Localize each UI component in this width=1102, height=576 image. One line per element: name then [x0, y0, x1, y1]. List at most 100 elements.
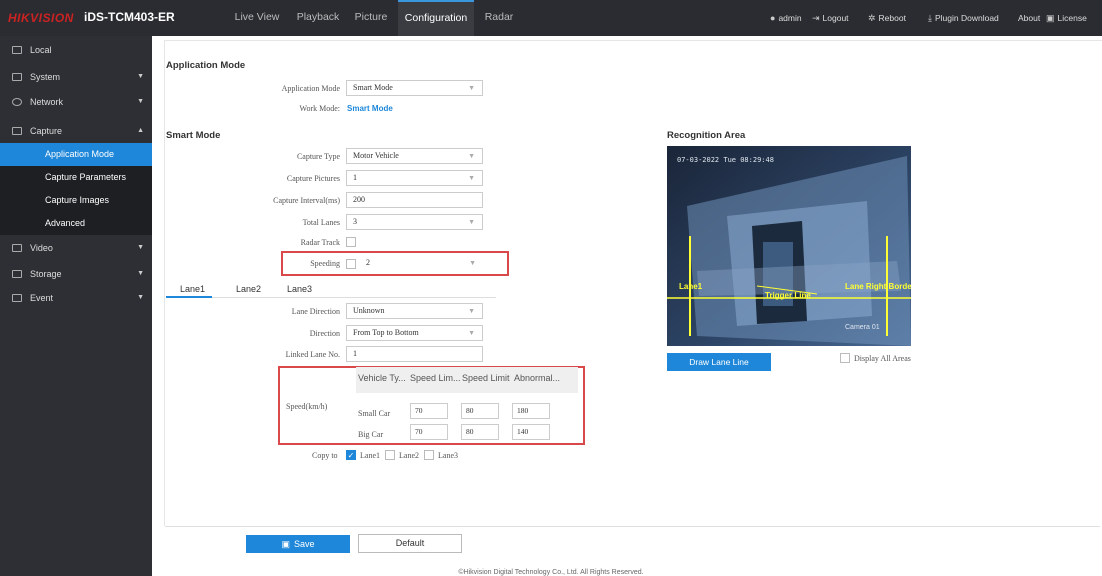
tab-playback[interactable]: Playback [292, 0, 344, 36]
capture-pictures-select[interactable]: 1 ▼ [346, 170, 483, 186]
chevron-down-icon: ▼ [468, 329, 475, 337]
speeding-checkbox[interactable] [346, 259, 356, 269]
sidebar-item-event[interactable]: Event ▼ [0, 286, 152, 310]
storage-icon [12, 270, 22, 278]
header-speed-limit-1: Speed Lim... [410, 373, 461, 383]
tab-lane3[interactable]: Lane3 [287, 284, 312, 294]
lane-direction-select[interactable]: Unknown ▼ [346, 303, 483, 319]
radar-track-checkbox[interactable] [346, 237, 356, 247]
tab-picture[interactable]: Picture [350, 0, 392, 36]
recognition-video-preview[interactable]: 07-03-2022 Tue 08:29:48 Lane1 Lane Right… [667, 146, 911, 346]
sidebar-item-capture-images[interactable]: Capture Images [0, 189, 152, 212]
sidebar-item-capture[interactable]: Capture ▲ [0, 119, 152, 143]
event-icon [12, 294, 22, 302]
small-car-abnormal[interactable]: 180 [512, 403, 550, 419]
linked-lane-input[interactable]: 1 [346, 346, 483, 362]
sidebar-item-video[interactable]: Video ▼ [0, 236, 152, 260]
license-button[interactable]: ▣ License [1046, 0, 1087, 36]
camera-scene [667, 146, 911, 346]
big-car-speed-limit-2[interactable]: 80 [461, 424, 499, 440]
sidebar-item-application-mode[interactable]: Application Mode [0, 143, 152, 166]
lane-direction-label: Lane Direction [291, 307, 340, 316]
user-name: admin [778, 13, 802, 23]
draw-lane-line-button[interactable]: Draw Lane Line [667, 353, 771, 371]
plugin-download-button[interactable]: ⤓ Plugin Download [928, 0, 999, 36]
application-mode-label: Application Mode [281, 84, 340, 93]
logout-icon: ⇥ [812, 13, 820, 23]
row-big-car: Big Car [358, 430, 384, 439]
download-icon: ⤓ [928, 13, 932, 23]
sidebar-item-advanced[interactable]: Advanced [0, 212, 152, 235]
reboot-button[interactable]: ✲ Reboot [868, 0, 906, 36]
sidebar-item-local[interactable]: Local [0, 38, 152, 62]
copy-lane3-label: Lane3 [438, 451, 458, 460]
about-button[interactable]: About [1018, 0, 1040, 36]
sidebar-label-video: Video [30, 243, 53, 253]
chevron-down-icon: ▼ [137, 294, 144, 301]
header-speed-limit-2: Speed Limit [462, 373, 510, 383]
sidebar-item-storage[interactable]: Storage ▼ [0, 262, 152, 286]
chevron-down-icon: ▼ [468, 307, 475, 315]
chevron-down-icon: ▼ [137, 73, 144, 80]
work-mode-value: Smart Mode [347, 104, 393, 113]
total-lanes-label: Total Lanes [302, 218, 340, 227]
lane-direction-value: Unknown [353, 306, 385, 315]
save-button[interactable]: ▣ Save [246, 535, 350, 553]
lane-tab-indicator [166, 296, 212, 298]
capture-interval-input[interactable]: 200 [346, 192, 483, 208]
sidebar-item-capture-parameters[interactable]: Capture Parameters [0, 166, 152, 189]
small-car-speed-limit-1[interactable]: 70 [410, 403, 448, 419]
sidebar-label-network: Network [30, 97, 64, 107]
default-button[interactable]: Default [358, 534, 462, 553]
sidebar-label-capture: Capture [30, 126, 63, 136]
speeding-label: Speeding [310, 259, 340, 268]
linked-lane-label: Linked Lane No. [285, 350, 340, 359]
copy-to-label: Copy to [312, 451, 338, 460]
osd-timestamp: 07-03-2022 Tue 08:29:48 [677, 156, 774, 164]
lane-tab-divider [166, 297, 496, 298]
device-model: iDS-TCM403-ER [84, 10, 175, 24]
big-car-speed-limit-1[interactable]: 70 [410, 424, 448, 440]
chevron-up-icon: ▲ [137, 127, 144, 134]
user-menu[interactable]: ● admin [770, 0, 802, 36]
direction-label: Direction [309, 329, 340, 338]
top-bar: HIKVISION iDS-TCM403-ER Live View Playba… [0, 0, 1102, 36]
sidebar-item-system[interactable]: System ▼ [0, 65, 152, 89]
tab-live-view[interactable]: Live View [228, 0, 286, 36]
sidebar-item-network[interactable]: Network ▼ [0, 90, 152, 114]
speeding-select[interactable]: 2 ▼ [360, 256, 483, 272]
display-all-areas-checkbox[interactable] [840, 353, 850, 363]
application-mode-value: Smart Mode [353, 83, 393, 92]
copy-lane1-checkbox[interactable]: ✓ [346, 450, 356, 460]
sidebar: Local System ▼ Network ▼ Capture ▲ Appli… [0, 36, 152, 576]
capture-type-select[interactable]: Motor Vehicle ▼ [346, 148, 483, 164]
small-car-speed-limit-2[interactable]: 80 [461, 403, 499, 419]
copy-lane1-label: Lane1 [360, 451, 380, 460]
copy-lane2-checkbox[interactable] [385, 450, 395, 460]
sidebar-label-event: Event [30, 293, 54, 303]
tab-radar[interactable]: Radar [480, 0, 518, 36]
application-mode-select[interactable]: Smart Mode ▼ [346, 80, 483, 96]
display-all-areas-label: Display All Areas [854, 354, 911, 363]
brand-logo: HIKVISION [8, 11, 74, 25]
direction-select[interactable]: From Top to Bottom ▼ [346, 325, 483, 341]
reboot-icon: ✲ [868, 13, 876, 23]
user-icon: ● [770, 13, 776, 23]
chevron-down-icon: ▼ [469, 259, 476, 267]
chevron-down-icon: ▼ [137, 270, 144, 277]
copyright-footer: ©Hikvision Digital Technology Co., Ltd. … [458, 569, 644, 576]
sidebar-label-local: Local [30, 45, 52, 55]
tab-lane2[interactable]: Lane2 [236, 284, 261, 294]
sidebar-label-system: System [30, 72, 61, 82]
copy-lane3-checkbox[interactable] [424, 450, 434, 460]
tab-configuration[interactable]: Configuration [398, 0, 474, 36]
reboot-label: Reboot [878, 13, 906, 23]
speed-table-header: Vehicle Ty... Speed Lim... Speed Limit A… [356, 367, 578, 393]
total-lanes-select[interactable]: 3 ▼ [346, 214, 483, 230]
big-car-abnormal[interactable]: 140 [512, 424, 550, 440]
tab-lane1[interactable]: Lane1 [180, 284, 205, 294]
logout-button[interactable]: ⇥ Logout [812, 0, 849, 36]
section-title-smart-mode: Smart Mode [166, 130, 221, 141]
section-title-application-mode: Application Mode [166, 60, 246, 71]
speed-label: Speed(km/h) [286, 402, 328, 411]
